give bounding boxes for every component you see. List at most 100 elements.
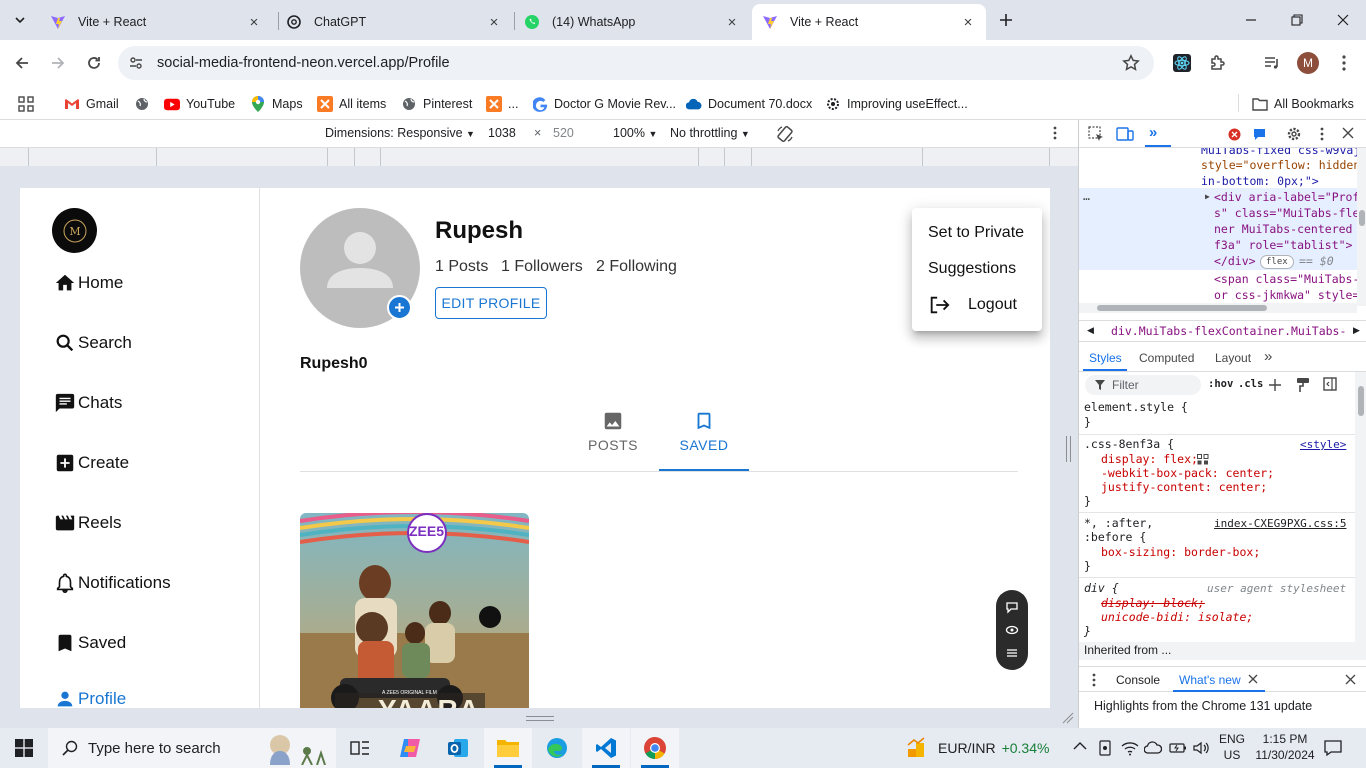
hov-toggle[interactable]: :hov bbox=[1208, 378, 1233, 390]
cls-toggle[interactable]: .cls bbox=[1238, 378, 1263, 390]
drawer-tab-whats-new[interactable]: What's new bbox=[1179, 673, 1241, 687]
close-tab-icon[interactable]: × bbox=[724, 14, 740, 31]
css-property[interactable]: unicode-bidi: isolate; bbox=[1101, 610, 1253, 625]
eye-icon[interactable] bbox=[1005, 623, 1019, 637]
tab-saved[interactable]: SAVED bbox=[659, 410, 749, 472]
rule-source-link[interactable]: <style> bbox=[1300, 438, 1346, 453]
rotate-icon[interactable] bbox=[776, 125, 794, 143]
bookmark-ellipsis[interactable]: ... bbox=[486, 91, 518, 117]
bookmark-all-items[interactable]: All items bbox=[317, 91, 386, 117]
new-rule-icon[interactable] bbox=[1269, 378, 1283, 392]
browser-tab[interactable]: (14) WhatsApp × bbox=[514, 4, 750, 40]
more-panels-icon[interactable]: » bbox=[1264, 348, 1272, 365]
width-input[interactable]: 1038 bbox=[488, 126, 516, 140]
bookmark-globe[interactable] bbox=[134, 91, 156, 117]
notification-center-icon[interactable] bbox=[1324, 739, 1342, 757]
saved-post-thumbnail[interactable]: ZEE5 A ZEE5 ORIGINAL FILM YAARA bbox=[300, 513, 529, 708]
stocks-widget[interactable]: EUR/INR +0.34% bbox=[906, 728, 1049, 768]
browser-tab[interactable]: Vite + React × bbox=[40, 4, 272, 40]
rule-selector[interactable]: *, :after, bbox=[1084, 516, 1153, 531]
bookmark-use-effect[interactable]: Improving useEffect... bbox=[825, 91, 968, 117]
breadcrumb-left-arrow[interactable]: ◀ bbox=[1087, 325, 1094, 336]
device-toggle-icon[interactable] bbox=[1116, 126, 1134, 142]
app-logo[interactable]: M bbox=[52, 208, 97, 253]
css-property[interactable]: -webkit-box-pack: center; bbox=[1101, 466, 1274, 481]
profile-avatar[interactable]: M bbox=[1292, 47, 1324, 79]
viewport-resize-handle-right[interactable] bbox=[1066, 436, 1071, 462]
media-query-ruler[interactable] bbox=[0, 148, 1078, 166]
tab-layout[interactable]: Layout bbox=[1215, 351, 1251, 365]
elements-horizontal-scrollbar[interactable] bbox=[1079, 303, 1357, 313]
css-property[interactable]: display: flex; bbox=[1101, 452, 1198, 467]
close-drawer-tab-icon[interactable] bbox=[1248, 674, 1258, 684]
viewport-resize-corner[interactable] bbox=[1062, 712, 1074, 724]
edit-profile-button[interactable]: EDIT PROFILE bbox=[435, 287, 547, 319]
onedrive-cloud-icon[interactable] bbox=[1144, 741, 1162, 754]
close-tab-icon[interactable]: × bbox=[246, 14, 262, 31]
show-hidden-icons[interactable] bbox=[1073, 741, 1087, 751]
nav-reels[interactable]: Reels bbox=[54, 512, 121, 534]
edge-app[interactable] bbox=[533, 728, 581, 768]
floating-widget[interactable] bbox=[996, 590, 1028, 670]
element-style-selector[interactable]: element.style { bbox=[1084, 400, 1188, 415]
rule-source-link[interactable]: index-CXEG9PXG.css:5 bbox=[1214, 517, 1346, 532]
devtools-menu-icon[interactable] bbox=[1320, 127, 1324, 141]
sidebar-toggle-icon[interactable] bbox=[1323, 377, 1337, 391]
rule-selector[interactable]: div { bbox=[1084, 581, 1119, 596]
minimize-button[interactable] bbox=[1228, 0, 1274, 40]
whats-new-headline[interactable]: Highlights from the Chrome 131 update bbox=[1094, 699, 1312, 713]
posts-count[interactable]: 1 Posts bbox=[435, 258, 488, 276]
close-tab-icon[interactable]: × bbox=[960, 14, 976, 31]
paint-roller-icon[interactable] bbox=[1296, 377, 1310, 393]
clock[interactable]: 1:15 PM 11/30/2024 bbox=[1254, 731, 1316, 763]
browser-tab[interactable]: ChatGPT × bbox=[276, 4, 512, 40]
browser-tab-active[interactable]: Vite + React × bbox=[752, 4, 986, 40]
error-badge-icon[interactable] bbox=[1228, 128, 1241, 141]
followers-count[interactable]: 1 Followers bbox=[501, 258, 583, 276]
language-indicator[interactable]: ENG US bbox=[1218, 731, 1246, 763]
taskbar-search-box[interactable]: Type here to search bbox=[48, 728, 336, 768]
more-options-icon[interactable] bbox=[1053, 126, 1057, 140]
close-drawer-icon[interactable] bbox=[1345, 674, 1356, 685]
apps-button[interactable] bbox=[18, 91, 40, 117]
new-tab-button[interactable] bbox=[992, 8, 1020, 32]
tab-posts[interactable]: POSTS bbox=[578, 410, 648, 472]
wifi-icon[interactable] bbox=[1121, 740, 1139, 756]
nav-home[interactable]: Home bbox=[54, 272, 123, 294]
address-bar[interactable]: social-media-frontend-neon.vercel.app/Pr… bbox=[118, 46, 1154, 80]
menu-item-suggestions[interactable]: Suggestions bbox=[928, 260, 1016, 278]
dimensions-dropdown[interactable]: Dimensions: Responsive ▼ bbox=[325, 126, 475, 140]
close-tab-icon[interactable]: × bbox=[486, 14, 502, 31]
styles-scrollbar[interactable] bbox=[1355, 372, 1366, 660]
issues-badge-icon[interactable] bbox=[1253, 128, 1266, 141]
css-property[interactable]: box-sizing: border-box; bbox=[1101, 545, 1260, 560]
rule-selector[interactable]: .css-8enf3a { bbox=[1084, 437, 1174, 452]
start-button[interactable] bbox=[0, 728, 48, 768]
close-window-button[interactable] bbox=[1320, 0, 1366, 40]
menu-item-set-private[interactable]: Set to Private bbox=[928, 224, 1024, 242]
nav-notifications[interactable]: Notifications bbox=[54, 572, 171, 594]
menu-item-logout[interactable]: Logout bbox=[928, 294, 1017, 316]
flex-badge[interactable]: flex bbox=[1260, 255, 1294, 269]
tab-styles[interactable]: Styles bbox=[1089, 351, 1122, 365]
vscode-app[interactable] bbox=[582, 728, 630, 768]
reload-button[interactable] bbox=[78, 47, 110, 79]
drawer-menu-icon[interactable] bbox=[1092, 673, 1096, 687]
breadcrumb-right-arrow[interactable]: ▶ bbox=[1353, 325, 1360, 336]
media-control-button[interactable] bbox=[1256, 47, 1288, 79]
site-info-icon[interactable] bbox=[128, 55, 144, 71]
file-explorer-app[interactable] bbox=[484, 728, 532, 768]
elements-vertical-scrollbar[interactable] bbox=[1357, 148, 1366, 306]
nav-create[interactable]: Create bbox=[54, 452, 129, 474]
nav-search[interactable]: Search bbox=[54, 332, 132, 354]
inspect-element-icon[interactable] bbox=[1088, 126, 1104, 142]
css-property[interactable]: justify-content: center; bbox=[1101, 480, 1267, 495]
nav-saved[interactable]: Saved bbox=[54, 632, 126, 654]
comment-icon[interactable] bbox=[1005, 600, 1019, 614]
zoom-dropdown[interactable]: 100% ▼ bbox=[613, 126, 657, 140]
volume-icon[interactable] bbox=[1192, 740, 1210, 756]
bookmark-pinterest[interactable]: Pinterest bbox=[401, 91, 472, 117]
chrome-menu-button[interactable] bbox=[1328, 47, 1360, 79]
tab-search-button[interactable] bbox=[6, 8, 34, 32]
all-bookmarks-button[interactable]: All Bookmarks bbox=[1252, 91, 1354, 117]
